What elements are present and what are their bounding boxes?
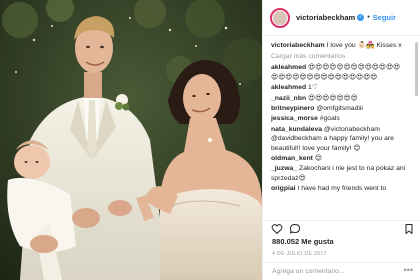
verified-badge-icon: ✓ [357, 14, 365, 21]
comment-username[interactable]: _juzwa_ [271, 165, 297, 172]
comment-input[interactable] [272, 268, 392, 275]
load-more-comments-link[interactable]: Cargar más comentarios [271, 51, 407, 62]
comment-text[interactable]: #goals [320, 115, 340, 122]
wedding-photo-illustration [0, 0, 262, 280]
bookmark-icon[interactable] [403, 223, 415, 235]
post-photo[interactable] [0, 0, 262, 280]
comment-item: akleahmed 😍😍😍😍😍😍😍😍😍😍😍😍😍😍😍😍😍😍😍😍😍😍😍😍😍😍😍😍 [271, 63, 407, 82]
heart-icon[interactable] [271, 223, 283, 235]
comment-username[interactable]: oldman_kent [271, 155, 313, 162]
avatar[interactable] [270, 7, 290, 28]
comment-username[interactable]: nata_kundaleva [271, 126, 322, 133]
caption-username[interactable]: victoriabeckham [271, 42, 325, 49]
comments-scrollbar[interactable] [415, 42, 418, 96]
separator-dot: • [367, 14, 370, 21]
comment-item: jessica_morse #goals [271, 114, 407, 123]
comment-username[interactable]: akleahmed [271, 64, 306, 71]
comment-item: britneypinero @omfgitsmadiii [271, 104, 407, 113]
comment-item: _nazii_nbn 😍😍😍😍😍😍😍 [271, 94, 407, 103]
comment-username[interactable]: jessica_morse [271, 115, 318, 122]
comment-username[interactable]: _nazii_nbn [271, 95, 306, 102]
caption-text: I love you 👶🏻💑 Kisses x [326, 42, 402, 49]
comment-username[interactable]: akleahmed [271, 84, 306, 91]
comment-username[interactable]: origpiai [271, 185, 296, 192]
follow-button[interactable]: Seguir [373, 13, 396, 22]
comment-item: _juzwa_ Zakochani i nie jest to na pokaz… [271, 164, 407, 183]
comment-text[interactable]: @omfgitsmadiii [316, 105, 363, 112]
comment-bubble-icon[interactable] [289, 223, 301, 235]
comment-item: oldman_kent 😊 [271, 154, 407, 163]
add-comment-bar: ••• [263, 262, 420, 280]
post-side-panel: victoriabeckham ✓ • Seguir victoriabeckh… [262, 0, 420, 280]
action-bar [263, 220, 420, 236]
comment-text: 😍😍😍😍😍😍😍 [308, 94, 358, 102]
comment-item: origpiai I have had my friends went to [271, 184, 407, 193]
comments-list[interactable]: victoriabeckham I love you 👶🏻💑 Kisses x … [263, 38, 413, 222]
comment-username[interactable]: britneypinero [271, 105, 314, 112]
more-options-icon[interactable]: ••• [404, 263, 413, 280]
likes-count[interactable]: 880.052 Me gusta [272, 237, 334, 246]
comment-text: I have had my friends went to [297, 185, 387, 193]
post-header: victoriabeckham ✓ • Seguir [263, 0, 420, 36]
comment-item: nata_kundaleva @victoriabeckham @davidbe… [271, 125, 407, 153]
caption: victoriabeckham I love you 👶🏻💑 Kisses x [271, 41, 407, 50]
comment-item: akleahmed 1♡ [271, 83, 407, 92]
comment-text: 😊 [314, 155, 322, 163]
comment-text: 1♡ [308, 84, 318, 92]
author-username[interactable]: victoriabeckham [296, 13, 355, 22]
post-date[interactable]: 4 DE JULIO DE 2017 [272, 251, 327, 257]
